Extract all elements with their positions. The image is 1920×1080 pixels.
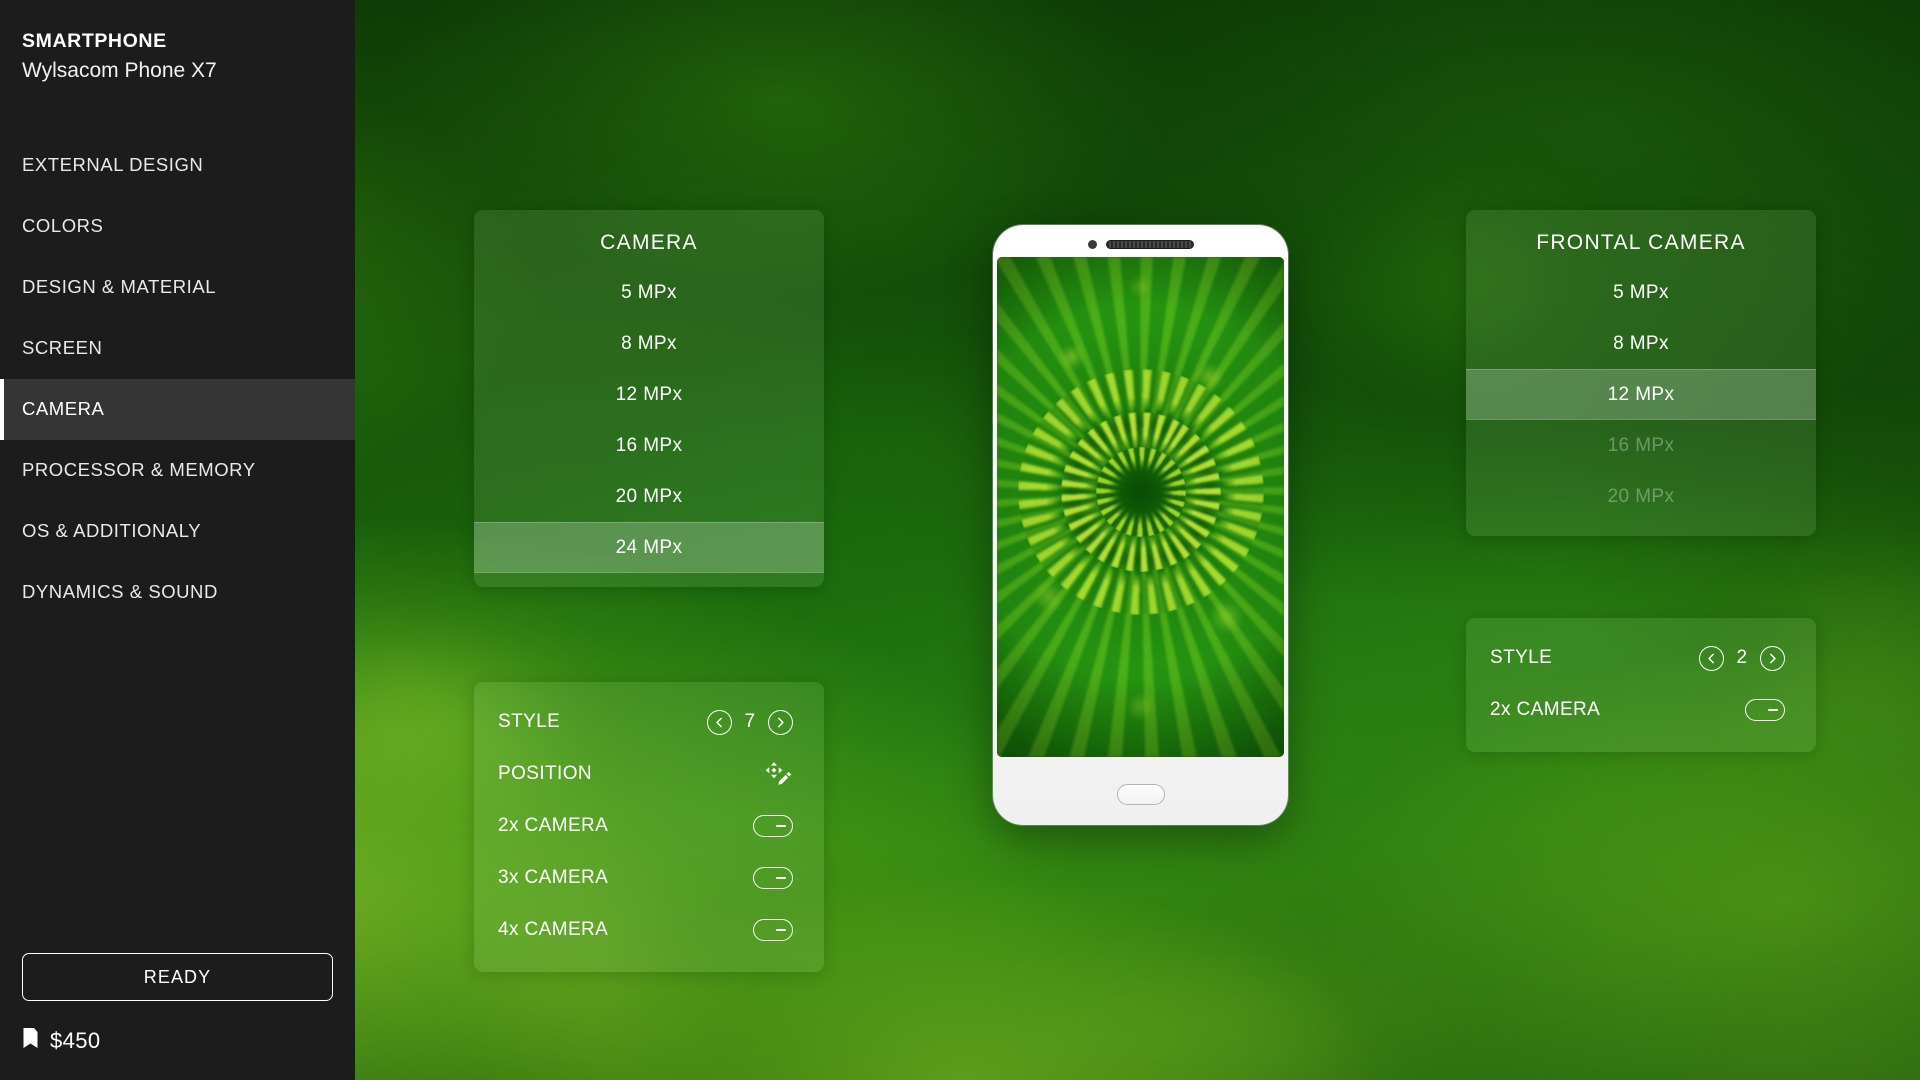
sidebar-nav: EXTERNAL DESIGN COLORS DESIGN & MATERIAL SC… [0,135,355,623]
move-edit-wand-icon[interactable] [763,759,793,789]
camera-option-20mpx[interactable]: 20 MPx [474,471,824,522]
camera-panel-title: CAMERA [600,231,698,254]
frontal-panel-title: FRONTAL CAMERA [1536,231,1746,254]
sidebar-item-label: DYNAMICS & SOUND [22,581,218,603]
front-camera-dot-icon [1088,240,1097,249]
camera-position-label: POSITION [498,763,592,784]
camera-3x-camera-toggle[interactable] [753,867,793,889]
camera-4x-camera-toggle[interactable] [753,919,793,941]
frontal-option-12mpx[interactable]: 12 MPx [1466,369,1816,420]
home-button-icon[interactable] [1116,784,1165,805]
frontal-style-stepper: 2 [1699,645,1785,671]
frontal-option-16mpx: 16 MPx [1607,434,1675,456]
sidebar-item-design-material[interactable]: DESIGN & MATERIAL [0,257,355,318]
camera-4x-camera-label: 4x CAMERA [498,919,609,940]
frontal-settings-panel: STYLE 2 2x CAMERA [1466,618,1816,752]
sidebar-item-camera[interactable]: CAMERA [0,378,355,440]
sidebar-item-label: SCREEN [22,337,103,359]
sidebar-item-os-additionaly[interactable]: OS & ADDITIONALY [0,501,355,562]
sidebar-item-colors[interactable]: COLORS [0,196,355,257]
sidebar-footer: READY $450 [0,953,355,1080]
camera-option-8mpx[interactable]: 8 MPx [474,318,824,369]
sidebar-item-label: COLORS [22,215,104,237]
sidebar: SMARTPHONE Wylsacom Phone X7 EXTERNAL DE… [0,0,355,1080]
price-tag-icon [22,1027,39,1054]
brand-block: SMARTPHONE Wylsacom Phone X7 [0,0,355,87]
sidebar-item-screen[interactable]: SCREEN [0,318,355,379]
camera-panel-spacer [474,573,824,587]
sidebar-item-label: EXTERNAL DESIGN [22,154,204,176]
sidebar-item-label: PROCESSOR & MEMORY [22,459,256,481]
frontal-style-label: STYLE [1490,647,1553,668]
brand-model: Wylsacom Phone X7 [22,59,217,83]
chevron-right-icon[interactable] [768,709,793,735]
sidebar-item-dynamics-sound[interactable]: DYNAMICS & SOUND [0,562,355,623]
configurator-app: SMARTPHONE Wylsacom Phone X7 EXTERNAL DE… [0,0,1920,1080]
chevron-left-icon[interactable] [1699,645,1724,671]
phone-screen [997,257,1284,757]
sidebar-item-label: OS & ADDITIONALY [22,520,202,542]
price-row: $450 [22,1027,333,1054]
camera-option-24mpx[interactable]: 24 MPx [474,522,824,573]
phone-preview [993,225,1288,825]
chevron-left-icon[interactable] [707,709,732,735]
ready-button[interactable]: READY [22,953,333,1001]
camera-2x-camera-row: 2x CAMERA [474,800,824,852]
sidebar-item-external-design[interactable]: EXTERNAL DESIGN [0,135,355,196]
sidebar-item-label: CAMERA [22,398,105,420]
frontal-2x-camera-label: 2x CAMERA [1490,699,1601,720]
camera-panel: CAMERA 5 MPx 8 MPx 12 MPx 16 MPx 20 MPx 24 MP… [474,210,824,587]
frontal-style-row: STYLE 2 [1466,632,1816,684]
camera-3x-camera-label: 3x CAMERA [498,867,609,888]
sidebar-item-label: DESIGN & MATERIAL [22,276,217,298]
frontal-option-list: 5 MPx 8 MPx 12 MPx 16 MPx 20 MPx [1466,267,1816,522]
camera-2x-camera-toggle[interactable] [753,815,793,837]
camera-option-12mpx[interactable]: 12 MPx [474,369,824,420]
camera-2x-camera-label: 2x CAMERA [498,815,609,836]
camera-option-16mpx[interactable]: 16 MPx [474,420,824,471]
camera-option-list: 5 MPx 8 MPx 12 MPx 16 MPx 20 MPx 24 MPx [474,267,824,573]
brand-kicker: SMARTPHONE [22,30,167,52]
frontal-option-20mpx: 20 MPx [1607,485,1675,507]
frontal-option-5mpx[interactable]: 5 MPx [1466,267,1816,318]
frontal-toggle-list: 2x CAMERA [1466,684,1816,736]
camera-toggle-list: 2x CAMERA 3x CAMERA 4x CAMERA [474,800,824,956]
frontal-panel-spacer [1466,522,1816,536]
frontal-option-8mpx[interactable]: 8 MPx [1466,318,1816,369]
sidebar-item-processor-memory[interactable]: PROCESSOR & MEMORY [0,440,355,501]
camera-position-row: POSITION [474,748,824,800]
frontal-2x-camera-toggle[interactable] [1745,699,1785,721]
wallpaper-succulent [997,257,1284,757]
price-value: $450 [50,1027,101,1053]
camera-4x-camera-row: 4x CAMERA [474,904,824,956]
frontal-2x-camera-row: 2x CAMERA [1466,684,1816,736]
chevron-right-icon[interactable] [1760,645,1785,671]
camera-3x-camera-row: 3x CAMERA [474,852,824,904]
earpiece-speaker-icon [1106,240,1194,249]
camera-style-stepper: 7 [707,709,793,735]
camera-style-row: STYLE 7 [474,696,824,748]
frontal-camera-panel: FRONTAL CAMERA 5 MPx 8 MPx 12 MPx 16 MPx 20 … [1466,210,1816,536]
camera-option-5mpx[interactable]: 5 MPx [474,267,824,318]
camera-settings-panel: STYLE 7 POSITION 2x CAMERA 3x CAMERA 4x … [474,682,824,972]
camera-style-value: 7 [744,711,756,732]
frontal-style-value: 2 [1736,647,1748,668]
camera-style-label: STYLE [498,711,561,732]
